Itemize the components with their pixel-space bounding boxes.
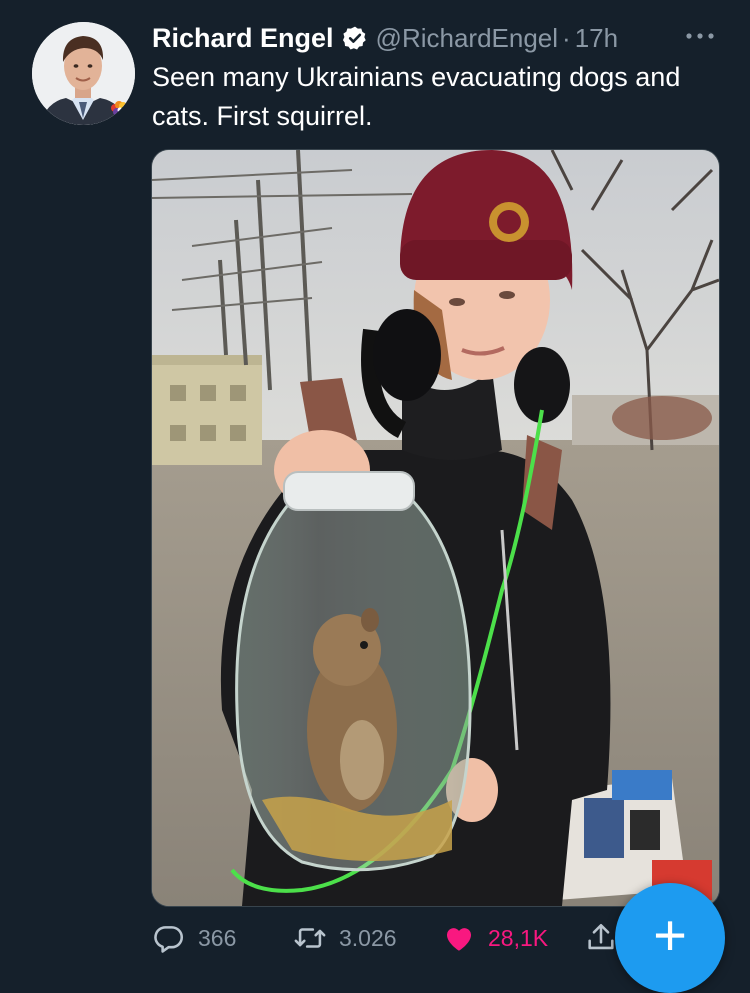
display-name[interactable]: Richard Engel bbox=[152, 23, 334, 54]
avatar[interactable] bbox=[32, 22, 135, 125]
heart-icon bbox=[446, 928, 472, 951]
reply-count: 366 bbox=[198, 924, 237, 951]
more-icon bbox=[686, 33, 714, 39]
retweet-button[interactable]: 3.026 bbox=[293, 918, 397, 958]
reply-icon bbox=[154, 926, 184, 953]
share-button[interactable] bbox=[584, 918, 618, 958]
user-handle[interactable]: @RichardEngel bbox=[376, 23, 558, 54]
retweet-icon bbox=[294, 928, 326, 948]
photo-illustration bbox=[152, 150, 719, 906]
compose-tweet-button[interactable]: + bbox=[615, 883, 725, 993]
retweet-count: 3.026 bbox=[339, 924, 397, 951]
timestamp[interactable]: 17h bbox=[575, 23, 618, 54]
separator-dot: · bbox=[562, 22, 571, 53]
reply-button[interactable]: 366 bbox=[152, 918, 236, 958]
avatar-image bbox=[32, 22, 135, 125]
verified-badge-icon bbox=[342, 26, 366, 50]
share-icon bbox=[588, 923, 614, 950]
like-button[interactable]: 28,1K bbox=[442, 918, 548, 958]
tweet-text: Seen many Ukrainians evacuating dogs and… bbox=[152, 62, 681, 131]
more-options-button[interactable] bbox=[684, 24, 716, 48]
like-count: 28,1K bbox=[488, 924, 549, 951]
plus-icon: + bbox=[653, 903, 687, 968]
tweet-header: Richard Engel @RichardEngel · 17h bbox=[152, 18, 722, 58]
tweet-photo[interactable] bbox=[151, 149, 720, 907]
tweet[interactable]: Richard Engel @RichardEngel · 17h Seen m… bbox=[0, 0, 750, 993]
tweet-actions: 366 3.026 28,1K bbox=[152, 918, 622, 958]
